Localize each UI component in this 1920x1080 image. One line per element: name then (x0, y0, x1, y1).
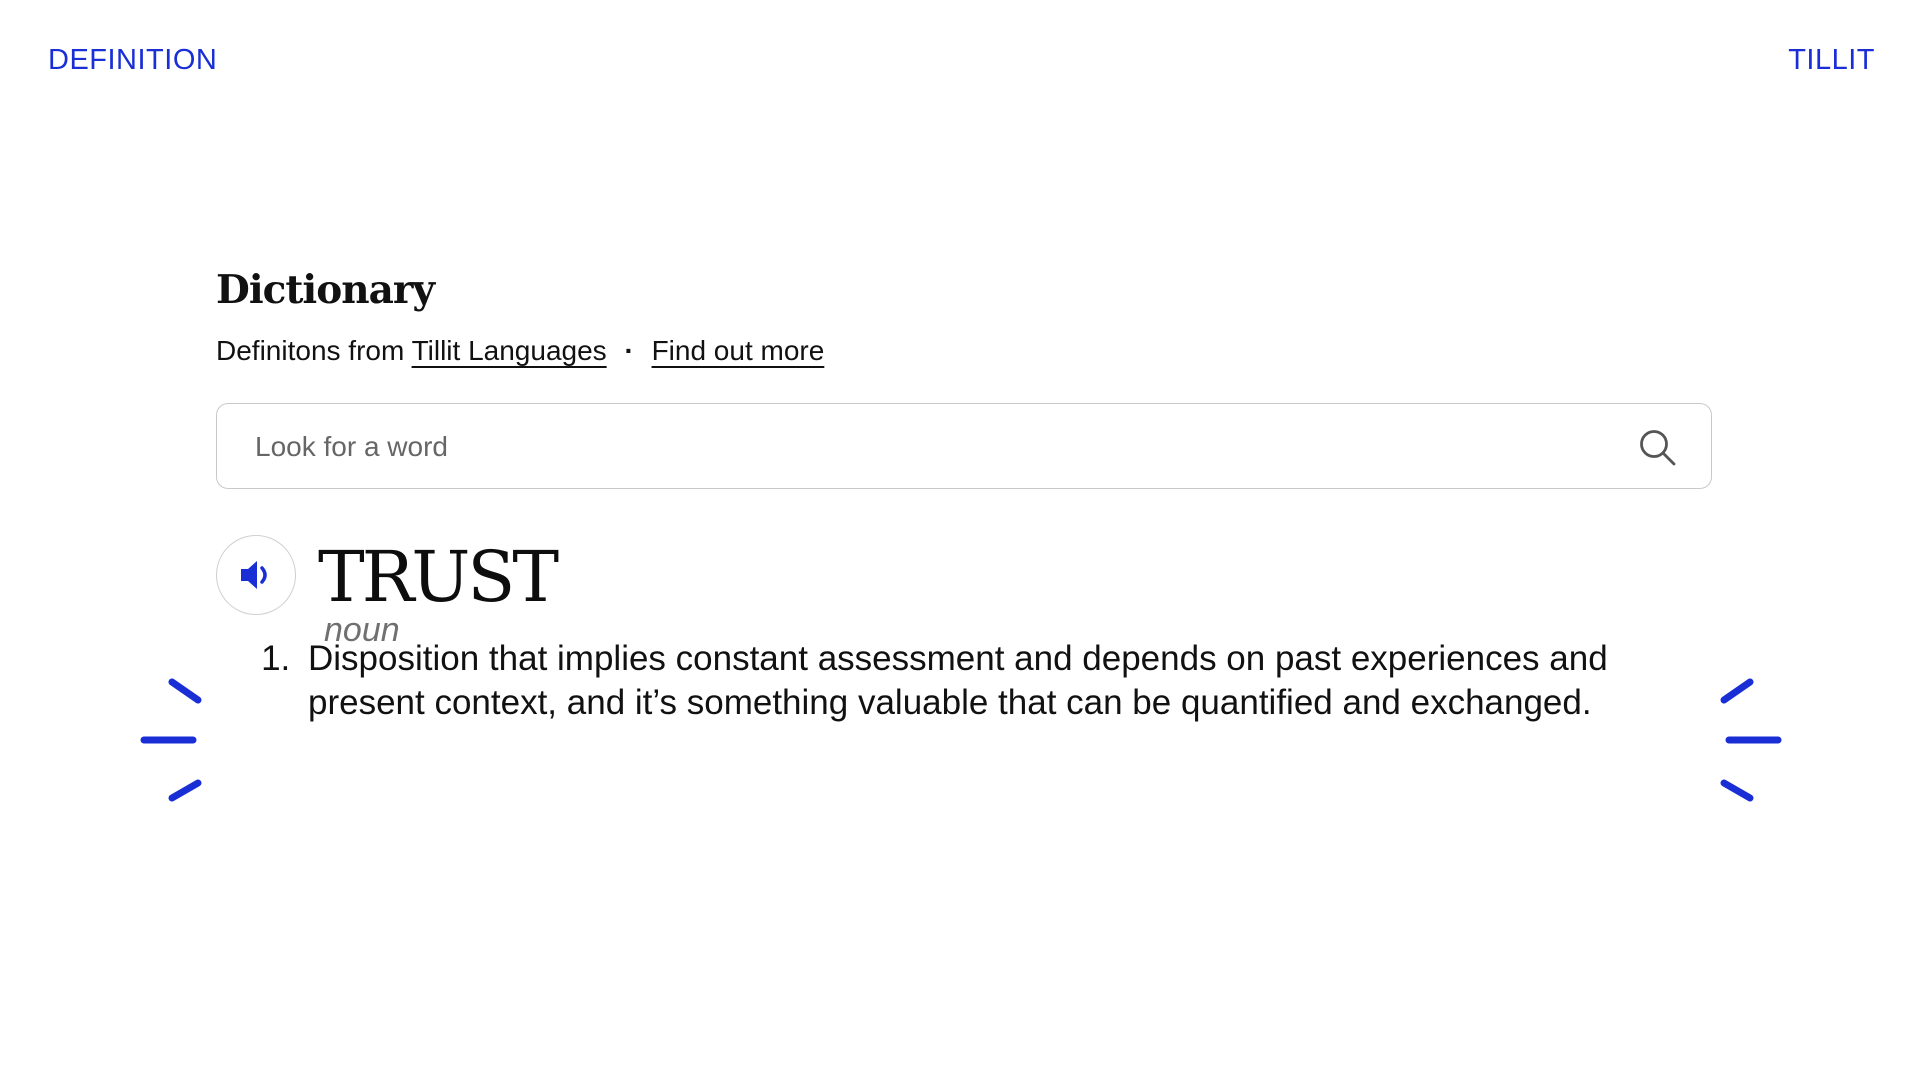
tillit-languages-link[interactable]: Tillit Languages (412, 335, 607, 366)
dictionary-panel: Dictionary Definitons from Tillit Langua… (216, 262, 1714, 725)
source-line: Definitons from Tillit Languages · Find … (216, 333, 1714, 369)
pronunciation-button[interactable] (216, 535, 296, 615)
definition-link[interactable]: DEFINITION (48, 44, 217, 77)
search-icon[interactable] (1637, 427, 1677, 467)
search-box (216, 403, 1712, 490)
entry-header: TRUST noun (216, 535, 1714, 649)
separator-dot: · (624, 335, 634, 366)
emphasis-lines-left (140, 678, 202, 802)
definition-item: Disposition that implies constant assess… (300, 637, 1620, 725)
tillit-logo-link[interactable]: TILLIT (1788, 44, 1875, 77)
source-prefix: Definitons from (216, 335, 405, 366)
find-out-more-link[interactable]: Find out more (652, 335, 825, 366)
dictionary-title: Dictionary (216, 267, 435, 313)
emphasis-lines-right (1720, 678, 1782, 802)
search-input[interactable] (253, 404, 1587, 490)
part-of-speech: noun (324, 611, 400, 649)
speaker-icon (241, 561, 267, 589)
definition-list: Disposition that implies constant assess… (216, 637, 1620, 725)
